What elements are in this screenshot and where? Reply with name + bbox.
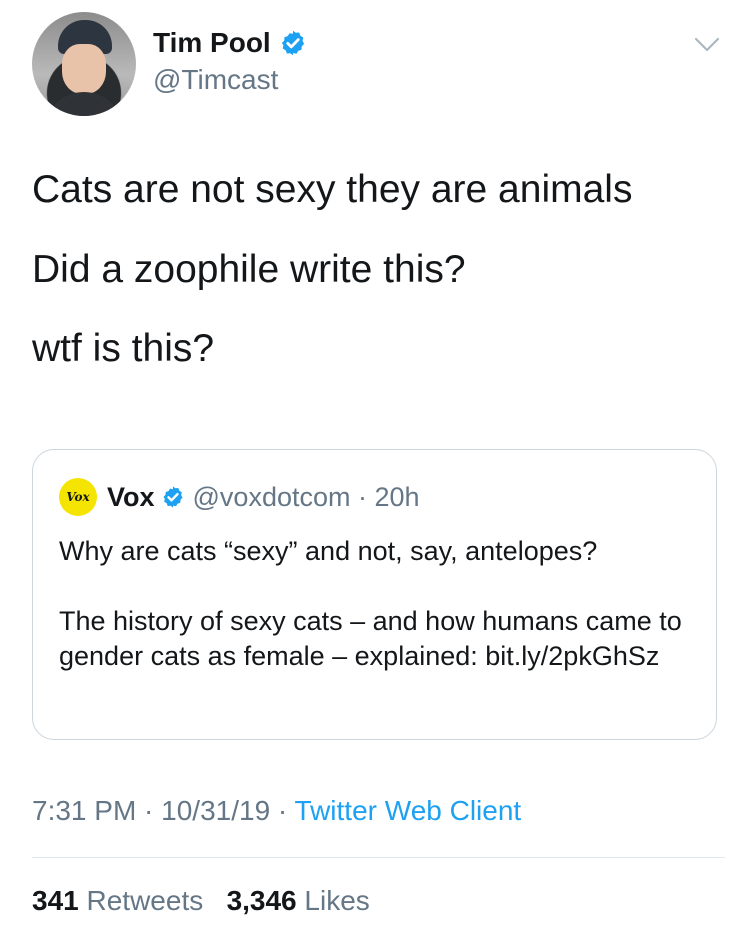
- tweet-timestamp[interactable]: 7:31 PM · 10/31/19 ·: [32, 795, 295, 826]
- vox-logo-avatar[interactable]: Vox: [59, 478, 97, 516]
- verified-badge-icon: [281, 30, 304, 56]
- author-name-row[interactable]: Tim Pool: [153, 27, 307, 59]
- quoted-paragraph: The history of sexy cats – and how human…: [59, 606, 682, 671]
- quoted-tweet-card[interactable]: Vox Vox @voxdotcom · 20h Why are cats “s…: [32, 449, 717, 740]
- quoted-tweet-header: Vox Vox @voxdotcom · 20h: [59, 478, 420, 516]
- tweet-meta: 7:31 PM · 10/31/19 · Twitter Web Client: [32, 795, 521, 827]
- author-handle[interactable]: @Timcast: [153, 64, 278, 96]
- likes-label: Likes: [304, 885, 370, 916]
- verified-badge-icon: [163, 486, 183, 508]
- author-display-name[interactable]: Tim Pool: [153, 27, 271, 59]
- likes-link[interactable]: 3,346 Likes: [227, 885, 370, 916]
- tweet-stats: 341 Retweets 3,346 Likes: [32, 885, 370, 917]
- retweets-label: Retweets: [86, 885, 204, 916]
- chevron-down-icon[interactable]: [694, 36, 720, 54]
- retweets-link[interactable]: 341 Retweets: [32, 885, 203, 916]
- divider: [32, 857, 725, 858]
- avatar-face: [62, 44, 106, 94]
- quoted-handle-time[interactable]: @voxdotcom · 20h: [193, 482, 420, 513]
- tweet-source-link[interactable]: Twitter Web Client: [295, 795, 522, 826]
- tweet-text-line: wtf is this?: [32, 327, 215, 370]
- tweet-text-line: Did a zoophile write this?: [32, 248, 466, 291]
- quoted-display-name[interactable]: Vox: [107, 482, 155, 513]
- author-avatar[interactable]: [32, 12, 136, 116]
- quoted-tweet-text: Why are cats “sexy” and not, say, antelo…: [59, 534, 699, 674]
- likes-count: 3,346: [226, 885, 297, 916]
- avatar-shirt: [44, 92, 124, 116]
- retweets-count: 341: [32, 885, 79, 916]
- tweet-text-line: Cats are not sexy they are animals: [32, 168, 633, 211]
- tweet: Tim Pool @Timcast Cats are not sexy they…: [0, 0, 749, 931]
- quoted-paragraph: Why are cats “sexy” and not, say, antelo…: [59, 536, 598, 566]
